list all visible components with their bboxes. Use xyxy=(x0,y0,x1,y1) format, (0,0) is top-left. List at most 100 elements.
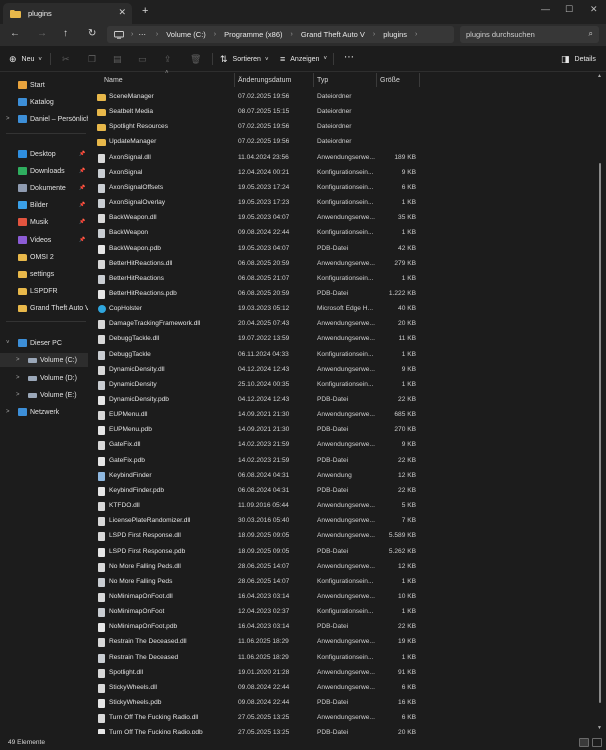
rename-icon[interactable]: ▭ xyxy=(138,54,152,65)
table-row[interactable]: BetterHitReactions.dll 06.08.2025 20:59 An… xyxy=(89,257,595,272)
sidebar-item-daniel-pers-nlich[interactable]: > Daniel – Persönlich xyxy=(0,112,88,126)
table-row[interactable]: GateFix.dll 14.02.2023 21:59 Anwendungserw… xyxy=(89,438,595,453)
table-row[interactable]: EUPMenu.pdb 14.09.2021 21:30 PDB-Datei 270 … xyxy=(89,423,595,438)
more-options-icon[interactable]: ⋯ xyxy=(344,52,354,63)
view-button[interactable]: ≡ Anzeigen ˅ xyxy=(280,54,327,64)
table-row[interactable]: KeybindFinder 06.08.2024 04:31 Anwendung 12… xyxy=(89,469,595,484)
sidebar-item-volume-e[interactable]: > Volume (E:) xyxy=(0,388,88,402)
table-row[interactable]: DynamicDensity.dll 04.12.2024 12:43 Anwend… xyxy=(89,363,595,378)
sidebar-item-dokumente[interactable]: Dokumente 📌 xyxy=(0,181,88,195)
details-view-icon[interactable] xyxy=(579,738,589,747)
tiles-view-icon[interactable] xyxy=(592,738,602,747)
table-row[interactable]: Seatbelt Media 08.07.2025 15:15 Dateiordne… xyxy=(89,105,595,120)
crumb-plugins[interactable]: plugins xyxy=(383,30,407,39)
table-row[interactable]: LSPD First Response.dll 18.09.2025 09:05 A… xyxy=(89,529,595,544)
chevron-icon[interactable]: > xyxy=(16,357,20,363)
column-header-date[interactable]: Änderungsdatum xyxy=(238,73,291,87)
table-row[interactable]: KeybindFinder.pdb 06.08.2024 04:31 PDB-Dat… xyxy=(89,484,595,499)
scroll-thumb[interactable] xyxy=(599,163,601,703)
sidebar-item-netzwerk[interactable]: > Netzwerk xyxy=(0,405,88,419)
sidebar-item-grand-theft-auto-v[interactable]: Grand Theft Auto V xyxy=(0,301,88,315)
copy-icon[interactable]: ❐ xyxy=(88,54,101,65)
table-row[interactable]: Restrain The Deceased 11.06.2025 18:29 Kon… xyxy=(89,651,595,666)
search-box[interactable]: ⌕ xyxy=(460,26,599,43)
scroll-up-icon[interactable]: ▲ xyxy=(597,73,602,79)
chevron-icon[interactable]: ˅ xyxy=(6,340,10,346)
column-divider[interactable] xyxy=(234,73,235,87)
table-row[interactable]: Turn Off The Fucking Radio.dll 27.05.2025… xyxy=(89,711,595,726)
details-button[interactable]: ◨ Details xyxy=(561,54,596,65)
table-row[interactable]: DamageTrackingFramework.dll 20.04.2025 07… xyxy=(89,317,595,332)
new-button[interactable]: ⊕ Neu ˅ xyxy=(9,54,42,65)
table-row[interactable]: BackWeapon.dll 19.05.2023 04:07 Anwendungs… xyxy=(89,211,595,226)
table-row[interactable]: BetterHitReactions.pdb 06.08.2025 20:59 PD… xyxy=(89,287,595,302)
chevron-icon[interactable]: > xyxy=(16,375,20,381)
sidebar-item-downloads[interactable]: Downloads 📌 xyxy=(0,164,88,178)
cut-icon[interactable]: ✂ xyxy=(62,54,75,65)
sidebar-item-volume-c[interactable]: > Volume (C:) xyxy=(0,353,88,367)
column-header-size[interactable]: Größe xyxy=(380,73,400,87)
sidebar-item-katalog[interactable]: Katalog xyxy=(0,95,88,109)
search-input[interactable] xyxy=(466,30,576,39)
table-row[interactable]: AxonSignal 12.04.2024 00:21 Konfigurations… xyxy=(89,166,595,181)
tab-plugins[interactable]: plugins ✕ xyxy=(3,3,132,24)
crumb-programme-x86[interactable]: Programme (x86) xyxy=(224,30,282,39)
column-divider[interactable] xyxy=(313,73,314,87)
table-row[interactable]: BackWeapon 09.08.2024 22:44 Konfigurations… xyxy=(89,226,595,241)
table-row[interactable]: AxonSignalOffsets 19.05.2023 17:24 Konfigu… xyxy=(89,181,595,196)
column-divider[interactable] xyxy=(376,73,377,87)
sort-button[interactable]: ⇅ Sortieren ˅ xyxy=(220,54,268,65)
table-row[interactable]: DynamicDensity.pdb 04.12.2024 12:43 PDB-Da… xyxy=(89,393,595,408)
sidebar-item-volume-d[interactable]: > Volume (D:) xyxy=(0,371,88,385)
address-bar[interactable]: › ⋯ › Volume (C:) › Programme (x86) › Gr… xyxy=(107,26,454,43)
column-divider[interactable] xyxy=(419,73,420,87)
table-row[interactable]: NoMinimapOnFoot.dll 16.04.2023 03:14 Anwen… xyxy=(89,590,595,605)
table-row[interactable]: DebuggTackle.dll 19.07.2022 13:59 Anwendun… xyxy=(89,332,595,347)
table-row[interactable]: Spotlight.dll 19.01.2020 21:28 Anwendungse… xyxy=(89,666,595,681)
back-icon[interactable]: ← xyxy=(10,28,20,39)
table-row[interactable]: BetterHitReactions 06.08.2025 21:07 Konfig… xyxy=(89,272,595,287)
refresh-icon[interactable]: ↻ xyxy=(88,28,96,39)
table-row[interactable]: StickyWheels.dll 09.08.2024 22:44 Anwendun… xyxy=(89,681,595,696)
table-row[interactable]: No More Falling Peds 28.06.2025 14:07 Konf… xyxy=(89,575,595,590)
table-row[interactable]: SceneManager 07.02.2025 19:56 Dateiordner xyxy=(89,90,595,105)
table-row[interactable]: AxonSignalOverlay 19.05.2023 17:23 Konfigu… xyxy=(89,196,595,211)
sidebar-item-lspdfr[interactable]: LSPDFR xyxy=(0,284,88,298)
column-header-name[interactable]: Name xyxy=(104,73,123,87)
sidebar-item-dieser-pc[interactable]: ˅ Dieser PC xyxy=(0,336,88,350)
sidebar-item-videos[interactable]: Videos 📌 xyxy=(0,233,88,247)
delete-icon[interactable]: 🗑 xyxy=(190,54,206,65)
table-row[interactable]: NoMinimapOnFoot.pdb 16.04.2023 03:14 PDB-D… xyxy=(89,620,595,635)
table-row[interactable]: EUPMenu.dll 14.09.2021 21:30 Anwendungserw… xyxy=(89,408,595,423)
minimize-icon[interactable]: — xyxy=(541,4,550,14)
table-row[interactable]: CopHolster 19.03.2023 05:12 Microsoft Edge… xyxy=(89,302,595,317)
crumb-volume-c[interactable]: Volume (C:) xyxy=(166,30,206,39)
table-row[interactable]: KTFDO.dll 11.09.2016 05:44 Anwendungserwe.… xyxy=(89,499,595,514)
column-header-type[interactable]: Typ xyxy=(317,73,328,87)
table-row[interactable]: AxonSignal.dll 11.04.2024 23:56 Anwendungs… xyxy=(89,151,595,166)
sidebar-item-settings[interactable]: settings xyxy=(0,267,88,281)
table-row[interactable]: DynamicDensity 25.10.2024 00:35 Konfigurat… xyxy=(89,378,595,393)
forward-icon[interactable]: → xyxy=(37,28,47,39)
table-row[interactable]: LicensePlateRandomizer.dll 30.03.2016 05:… xyxy=(89,514,595,529)
table-row[interactable]: DebuggTackle 06.11.2024 04:33 Konfiguratio… xyxy=(89,348,595,363)
table-row[interactable]: Spotlight Resources 07.02.2025 19:56 Datei… xyxy=(89,120,595,135)
sidebar-item-desktop[interactable]: Desktop 📌 xyxy=(0,147,88,161)
table-row[interactable]: LSPD First Response.pdb 18.09.2025 09:05 P… xyxy=(89,545,595,560)
overflow-crumb[interactable]: ⋯ xyxy=(138,30,146,39)
chevron-icon[interactable]: > xyxy=(16,392,20,398)
new-tab-icon[interactable]: + xyxy=(142,5,148,17)
table-row[interactable]: GateFix.pdb 14.02.2023 21:59 PDB-Datei 22 K… xyxy=(89,454,595,469)
scroll-down-icon[interactable]: ▼ xyxy=(597,725,602,731)
table-row[interactable]: BackWeapon.pdb 19.05.2023 04:07 PDB-Datei 4… xyxy=(89,242,595,257)
maximize-icon[interactable]: ☐ xyxy=(565,4,573,15)
close-window-icon[interactable]: ✕ xyxy=(590,4,598,15)
table-row[interactable]: NoMinimapOnFoot 12.04.2023 02:37 Konfigura… xyxy=(89,605,595,620)
table-row[interactable]: StickyWheels.pdb 09.08.2024 22:44 PDB-Date… xyxy=(89,696,595,711)
sidebar-item-musik[interactable]: Musik 📌 xyxy=(0,215,88,229)
tab-close-icon[interactable]: ✕ xyxy=(118,7,126,18)
chevron-icon[interactable]: > xyxy=(6,116,10,122)
table-row[interactable]: UpdateManager 07.02.2025 19:56 Dateiordner xyxy=(89,135,595,150)
up-icon[interactable]: ↑ xyxy=(63,28,68,39)
sidebar-item-omsi-2[interactable]: OMSI 2 xyxy=(0,250,88,264)
